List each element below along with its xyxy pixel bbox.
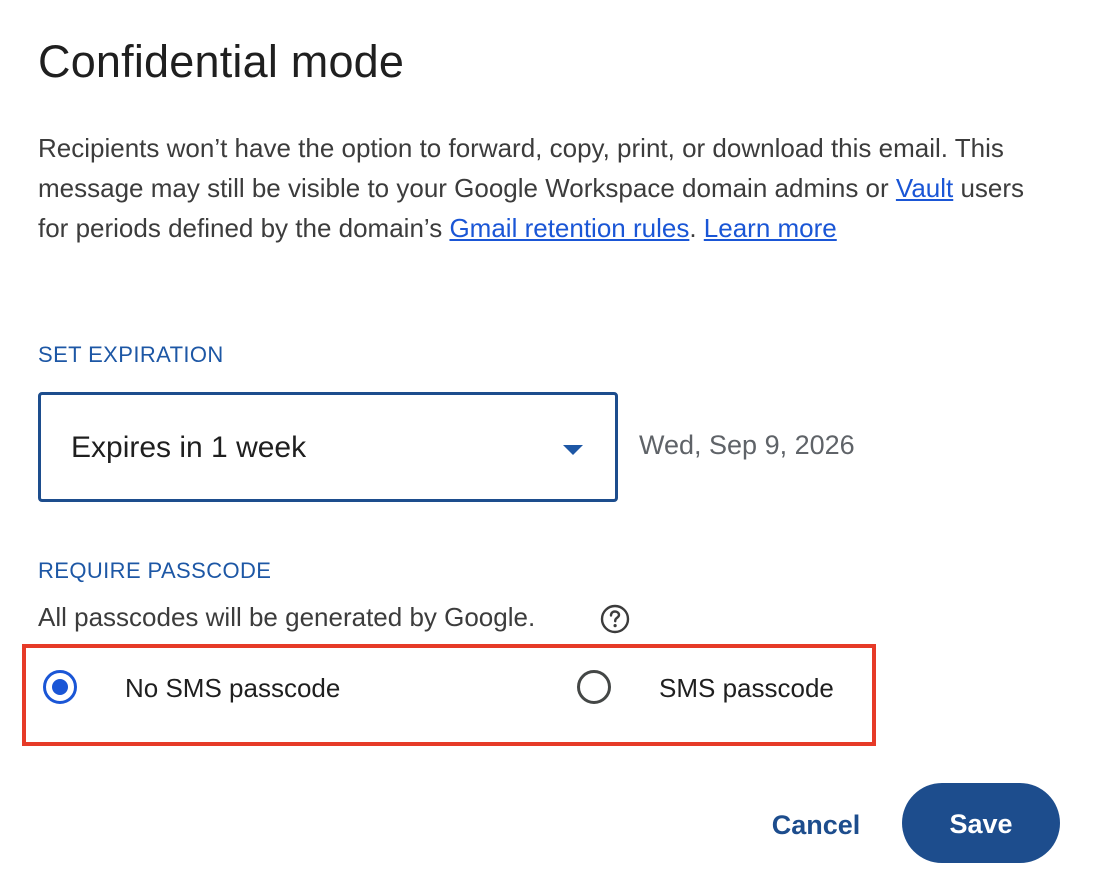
gmail-retention-rules-link[interactable]: Gmail retention rules (449, 213, 689, 243)
description-text-3: . (689, 213, 704, 243)
dialog-description: Recipients won’t have the option to forw… (38, 128, 1058, 248)
confidential-mode-dialog: Confidential mode Recipients won’t have … (0, 0, 1101, 880)
vault-link[interactable]: Vault (896, 173, 953, 203)
help-circle-icon[interactable] (600, 604, 630, 634)
cancel-button[interactable]: Cancel (760, 798, 872, 850)
no-sms-passcode-label[interactable]: No SMS passcode (125, 673, 340, 704)
expiration-select[interactable]: Expires in 1 week (38, 392, 618, 502)
save-button[interactable]: Save (902, 783, 1060, 863)
description-text-1: Recipients won’t have the option to forw… (38, 133, 1004, 203)
expiration-selected-value: Expires in 1 week (71, 431, 307, 464)
require-passcode-label: REQUIRE PASSCODE (38, 558, 272, 583)
dialog-title: Confidential mode (38, 36, 405, 87)
set-expiration-label: SET EXPIRATION (38, 342, 224, 367)
learn-more-link[interactable]: Learn more (704, 213, 837, 243)
no-sms-passcode-radio[interactable] (43, 670, 77, 704)
expiration-date: Wed, Sep 9, 2026 (639, 430, 855, 460)
sms-passcode-label[interactable]: SMS passcode (659, 673, 834, 704)
passcode-note: All passcodes will be generated by Googl… (38, 602, 536, 632)
sms-passcode-radio[interactable] (577, 670, 611, 704)
dropdown-arrow-icon (563, 445, 583, 455)
